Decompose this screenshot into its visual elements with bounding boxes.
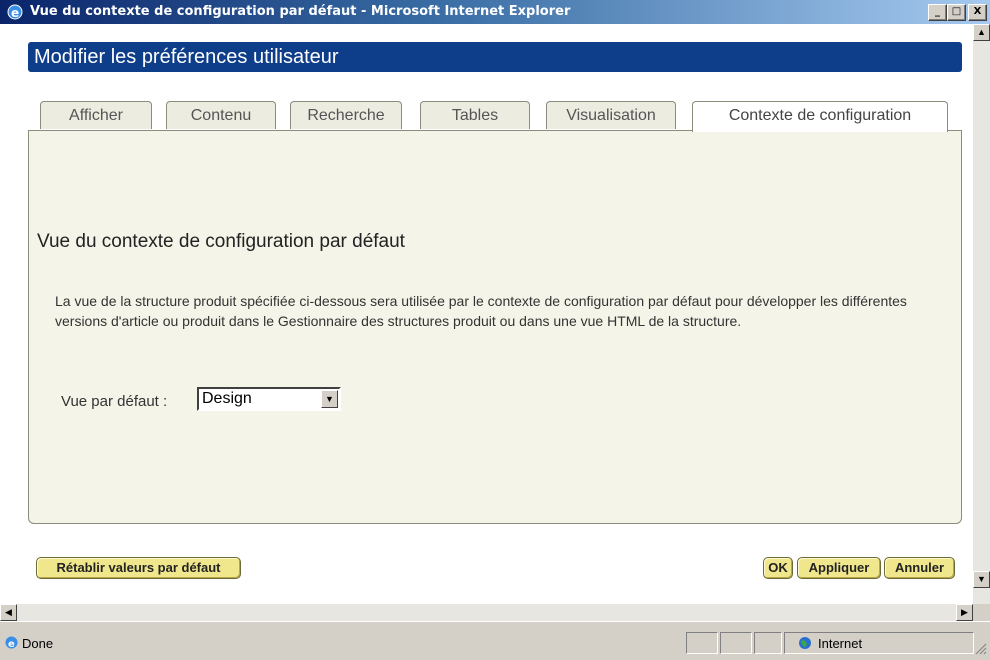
reset-defaults-button[interactable]: Rétablir valeurs par défaut bbox=[36, 557, 241, 579]
scroll-down-icon[interactable]: ▼ bbox=[973, 571, 990, 588]
apply-button[interactable]: Appliquer bbox=[797, 557, 881, 579]
window-titlebar[interactable]: e Vue du contexte de configuration par d… bbox=[0, 0, 990, 24]
ok-button[interactable]: OK bbox=[763, 557, 793, 579]
page-title: Modifier les préférences utilisateur bbox=[28, 42, 962, 72]
page-viewport: Modifier les préférences utilisateur Aff… bbox=[0, 24, 973, 604]
default-view-select[interactable]: Design ▼ bbox=[197, 387, 341, 411]
section-description: La vue de la structure produit spécifiée… bbox=[55, 293, 907, 329]
close-button[interactable]: X bbox=[968, 4, 987, 21]
svg-text:e: e bbox=[8, 639, 15, 650]
status-bar: e Done Internet bbox=[0, 621, 990, 657]
tab-recherche[interactable]: Recherche bbox=[290, 101, 402, 129]
vertical-scrollbar[interactable]: ▲ ▼ bbox=[973, 24, 990, 604]
section-title: Vue du contexte de configuration par déf… bbox=[37, 231, 405, 252]
internet-explorer-icon: e bbox=[7, 4, 23, 20]
zone-text: Internet bbox=[818, 636, 863, 651]
default-view-value: Design bbox=[202, 390, 252, 407]
tab-visualisation[interactable]: Visualisation bbox=[546, 101, 676, 129]
status-cell bbox=[686, 632, 718, 654]
status-cell bbox=[754, 632, 782, 654]
tab-afficher[interactable]: Afficher bbox=[40, 101, 152, 129]
svg-text:e: e bbox=[11, 6, 19, 20]
scrollbar-corner bbox=[973, 604, 990, 621]
status-text: Done bbox=[22, 636, 54, 651]
default-view-label: Vue par défaut : bbox=[61, 393, 168, 410]
tab-contexte-de-configuration[interactable]: Contexte de configuration bbox=[692, 101, 948, 132]
status-cell bbox=[720, 632, 752, 654]
globe-icon bbox=[799, 637, 811, 649]
scroll-left-icon[interactable]: ◀ bbox=[0, 604, 17, 621]
tab-bar: Afficher Contenu Recherche Tables Visual… bbox=[28, 101, 962, 132]
horizontal-scrollbar[interactable]: ◀ ▶ bbox=[0, 604, 973, 621]
tab-tables[interactable]: Tables bbox=[420, 101, 530, 129]
scroll-up-icon[interactable]: ▲ bbox=[973, 24, 990, 41]
zone-cell bbox=[784, 632, 974, 654]
resize-grip-icon[interactable] bbox=[975, 642, 987, 655]
cancel-button[interactable]: Annuler bbox=[884, 557, 955, 579]
tab-contenu[interactable]: Contenu bbox=[166, 101, 276, 129]
maximize-button[interactable]: □ bbox=[947, 4, 966, 21]
scroll-right-icon[interactable]: ▶ bbox=[956, 604, 973, 621]
dropdown-arrow-icon[interactable]: ▼ bbox=[321, 390, 338, 408]
page-done-icon: e bbox=[5, 636, 18, 650]
minimize-button[interactable]: _ bbox=[928, 4, 947, 21]
tab-panel: Vue du contexte de configuration par déf… bbox=[28, 130, 962, 524]
window-title: Vue du contexte de configuration par déf… bbox=[30, 4, 571, 19]
